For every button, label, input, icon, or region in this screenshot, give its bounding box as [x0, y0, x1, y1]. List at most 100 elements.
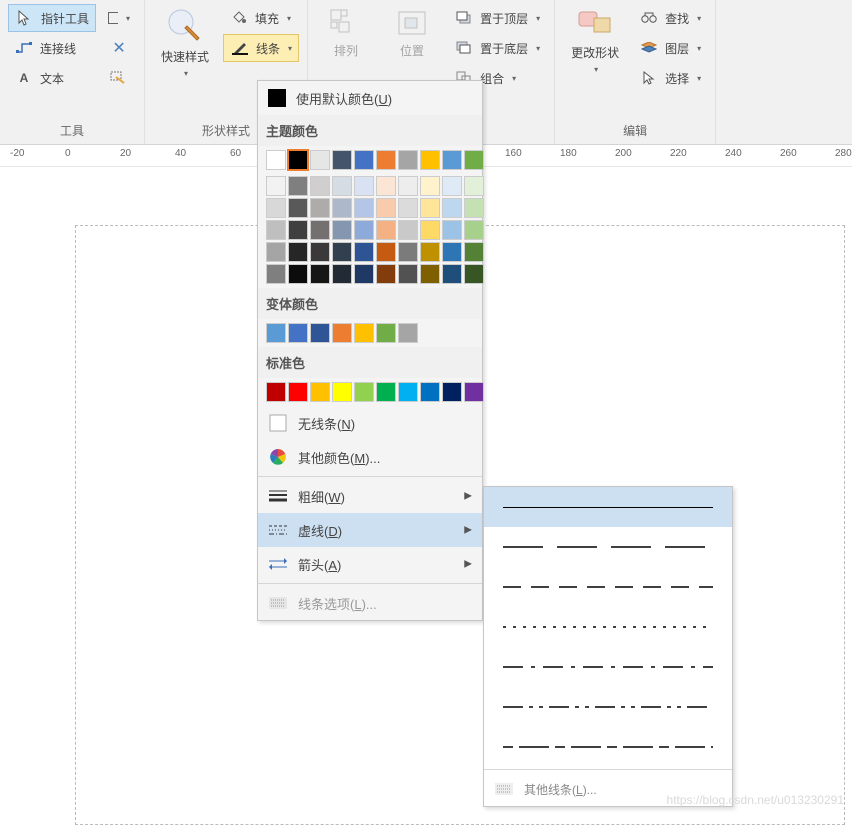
- color-swatch[interactable]: [442, 264, 462, 284]
- color-swatch[interactable]: [442, 242, 462, 262]
- color-swatch[interactable]: [266, 220, 286, 240]
- color-swatch[interactable]: [376, 323, 396, 343]
- rect-shape-button[interactable]: ▾: [102, 4, 136, 32]
- color-swatch[interactable]: [332, 323, 352, 343]
- color-swatch[interactable]: [420, 264, 440, 284]
- dash-style-short-long[interactable]: [484, 727, 732, 767]
- line-button[interactable]: 线条 ▾: [223, 34, 299, 62]
- color-swatch[interactable]: [266, 176, 286, 196]
- color-swatch[interactable]: [354, 323, 374, 343]
- color-swatch[interactable]: [398, 220, 418, 240]
- color-swatch[interactable]: [398, 198, 418, 218]
- color-swatch[interactable]: [354, 176, 374, 196]
- change-shape-button[interactable]: 更改形状 ▾: [563, 4, 627, 78]
- ink-button[interactable]: [102, 64, 136, 92]
- delete-connector-button[interactable]: ✕: [102, 34, 136, 62]
- color-swatch[interactable]: [310, 242, 330, 262]
- color-swatch[interactable]: [398, 264, 418, 284]
- color-swatch[interactable]: [310, 150, 330, 170]
- color-swatch[interactable]: [354, 264, 374, 284]
- no-line-item[interactable]: 无线条(N): [258, 406, 482, 440]
- color-swatch[interactable]: [354, 382, 374, 402]
- color-swatch[interactable]: [310, 264, 330, 284]
- fill-button[interactable]: 填充 ▾: [223, 4, 299, 32]
- color-swatch[interactable]: [420, 198, 440, 218]
- color-swatch[interactable]: [354, 198, 374, 218]
- color-swatch[interactable]: [420, 220, 440, 240]
- color-swatch[interactable]: [288, 198, 308, 218]
- color-swatch[interactable]: [442, 220, 462, 240]
- pointer-tool-button[interactable]: 指针工具: [8, 4, 96, 32]
- color-swatch[interactable]: [288, 382, 308, 402]
- color-swatch[interactable]: [464, 382, 484, 402]
- color-swatch[interactable]: [288, 264, 308, 284]
- dash-style-dot[interactable]: [484, 607, 732, 647]
- color-swatch[interactable]: [464, 242, 484, 262]
- color-swatch[interactable]: [442, 150, 462, 170]
- color-swatch[interactable]: [376, 198, 396, 218]
- connector-tool-button[interactable]: 连接线: [8, 34, 96, 62]
- color-swatch[interactable]: [464, 264, 484, 284]
- color-swatch[interactable]: [266, 264, 286, 284]
- color-swatch[interactable]: [332, 382, 352, 402]
- color-swatch[interactable]: [310, 382, 330, 402]
- color-swatch[interactable]: [442, 176, 462, 196]
- color-swatch[interactable]: [420, 242, 440, 262]
- find-button[interactable]: 查找▾: [633, 4, 707, 32]
- color-swatch[interactable]: [332, 198, 352, 218]
- color-swatch[interactable]: [310, 323, 330, 343]
- color-swatch[interactable]: [398, 242, 418, 262]
- color-swatch[interactable]: [442, 198, 462, 218]
- color-swatch[interactable]: [464, 198, 484, 218]
- color-swatch[interactable]: [376, 176, 396, 196]
- color-swatch[interactable]: [266, 198, 286, 218]
- color-swatch[interactable]: [464, 150, 484, 170]
- dash-style-dash-dot-dot[interactable]: [484, 687, 732, 727]
- line-options-item[interactable]: 线条选项(L)...: [258, 586, 482, 620]
- color-swatch[interactable]: [442, 382, 462, 402]
- dash-style-dash-dot[interactable]: [484, 647, 732, 687]
- color-swatch[interactable]: [376, 242, 396, 262]
- color-swatch[interactable]: [420, 176, 440, 196]
- send-back-button[interactable]: 置于底层▾: [448, 34, 546, 62]
- color-swatch[interactable]: [398, 323, 418, 343]
- weight-item[interactable]: 粗细(W): [258, 479, 482, 513]
- color-swatch[interactable]: [310, 176, 330, 196]
- color-swatch[interactable]: [332, 176, 352, 196]
- color-swatch[interactable]: [266, 150, 286, 170]
- color-swatch[interactable]: [266, 242, 286, 262]
- color-swatch[interactable]: [464, 176, 484, 196]
- color-swatch[interactable]: [420, 150, 440, 170]
- color-swatch[interactable]: [420, 382, 440, 402]
- more-colors-item[interactable]: 其他颜色(M)...: [258, 440, 482, 474]
- position-button[interactable]: 位置: [382, 4, 442, 63]
- color-swatch[interactable]: [288, 242, 308, 262]
- color-swatch[interactable]: [376, 382, 396, 402]
- color-swatch[interactable]: [354, 220, 374, 240]
- color-swatch[interactable]: [266, 323, 286, 343]
- color-swatch[interactable]: [376, 150, 396, 170]
- color-swatch[interactable]: [354, 242, 374, 262]
- color-swatch[interactable]: [288, 176, 308, 196]
- text-tool-button[interactable]: A 文本: [8, 64, 96, 92]
- dashes-item[interactable]: 虚线(D): [258, 513, 482, 547]
- use-default-color-item[interactable]: 使用默认颜色(U): [258, 81, 482, 115]
- color-swatch[interactable]: [398, 176, 418, 196]
- bring-front-button[interactable]: 置于顶层▾: [448, 4, 546, 32]
- select-button[interactable]: 选择▾: [633, 64, 707, 92]
- color-swatch[interactable]: [332, 150, 352, 170]
- dash-style-solid[interactable]: [484, 487, 732, 527]
- color-swatch[interactable]: [310, 198, 330, 218]
- color-swatch[interactable]: [288, 150, 308, 170]
- layer-button[interactable]: 图层▾: [633, 34, 707, 62]
- color-swatch[interactable]: [354, 150, 374, 170]
- color-swatch[interactable]: [266, 382, 286, 402]
- color-swatch[interactable]: [288, 220, 308, 240]
- color-swatch[interactable]: [332, 220, 352, 240]
- color-swatch[interactable]: [398, 150, 418, 170]
- arrange-button[interactable]: 排列: [316, 4, 376, 63]
- color-swatch[interactable]: [398, 382, 418, 402]
- color-swatch[interactable]: [288, 323, 308, 343]
- dash-style-long-dash[interactable]: [484, 527, 732, 567]
- arrows-item[interactable]: 箭头(A): [258, 547, 482, 581]
